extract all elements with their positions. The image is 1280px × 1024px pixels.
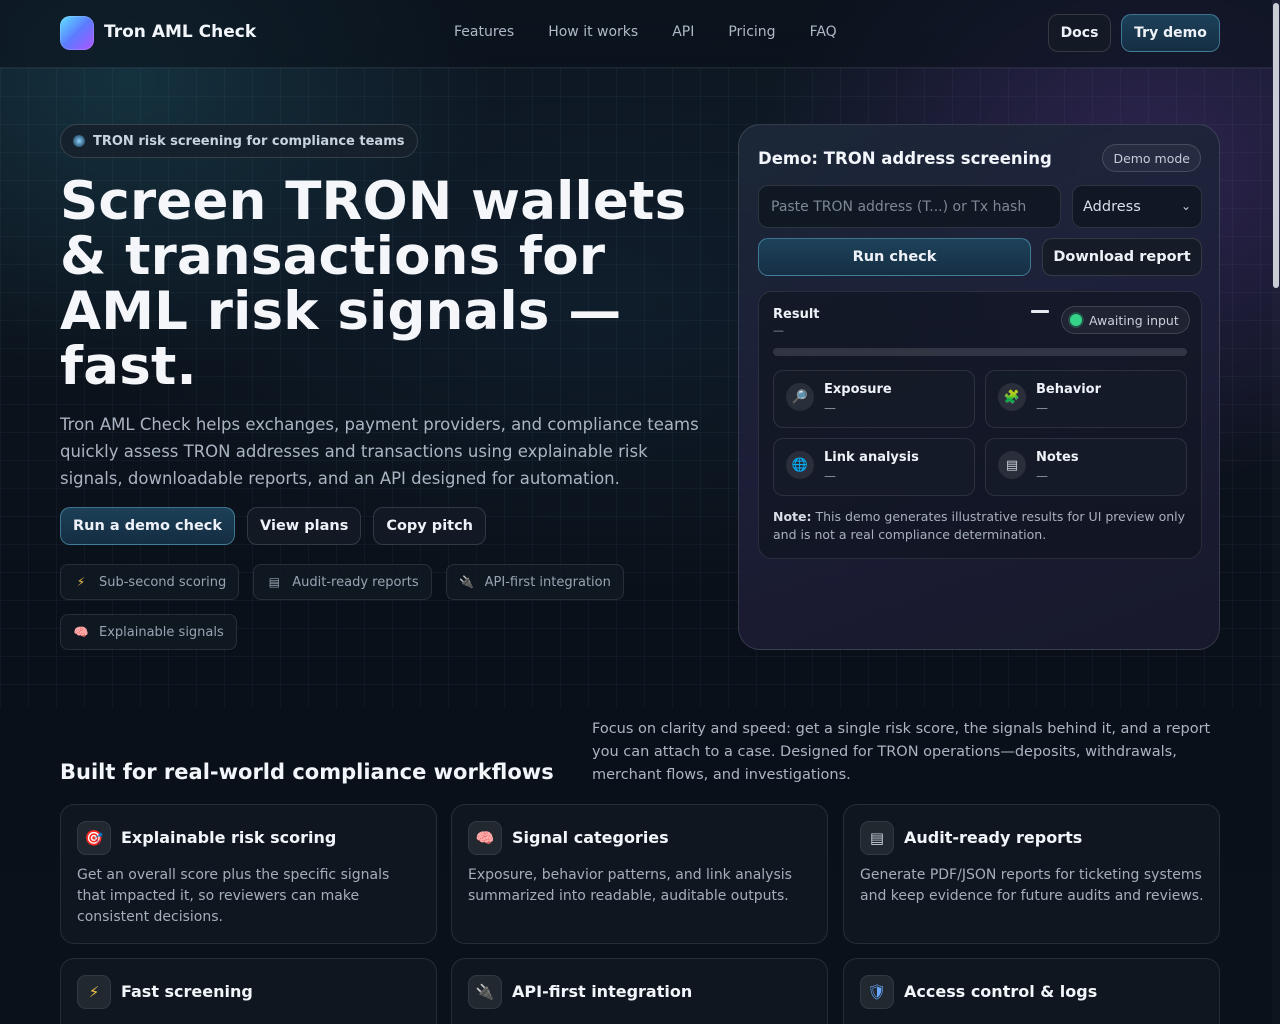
status-dot-icon	[1070, 314, 1082, 326]
tile-notes: ▤ Notes —	[985, 438, 1187, 496]
view-plans-button[interactable]: View plans	[247, 507, 362, 545]
note-label: Note:	[773, 509, 812, 524]
card-api-first-integration: 🔌 API-first integration	[451, 958, 828, 1024]
document-icon: ▤	[860, 821, 894, 855]
globe-icon: 🌐	[786, 451, 814, 479]
nav-link-pricing[interactable]: Pricing	[728, 24, 775, 40]
lightning-icon: ⚡	[76, 575, 86, 589]
brain-icon: 🧠	[73, 625, 89, 639]
section-title: Built for real-world compliance workflow…	[60, 760, 554, 784]
try-demo-button[interactable]: Try demo	[1121, 14, 1220, 52]
demo-panel: Demo: TRON address screening Demo mode A…	[738, 124, 1220, 650]
card-title: Signal categories	[512, 828, 669, 847]
tile-value: —	[1036, 401, 1048, 415]
hero-badge: TRON risk screening for compliance teams	[60, 124, 418, 158]
tile-name: Behavior	[1036, 382, 1102, 397]
type-select-value: Address	[1083, 198, 1141, 215]
card-description: Generate PDF/JSON reports for ticketing …	[860, 867, 1204, 904]
card-audit-ready-reports: ▤ Audit-ready reports Generate PDF/JSON …	[843, 804, 1220, 944]
hero-cta-group: Run a demo check View plans Copy pitch	[60, 507, 487, 545]
result-label: Result	[773, 307, 820, 322]
scrollbar[interactable]	[1272, 0, 1280, 1024]
demo-title: Demo: TRON address screening	[758, 149, 1052, 168]
nav-link-features[interactable]: Features	[454, 24, 514, 40]
card-fast-screening: ⚡ Fast screening	[60, 958, 437, 1024]
target-icon: 🎯	[77, 821, 111, 855]
card-title: Fast screening	[121, 982, 253, 1001]
run-demo-check-button[interactable]: Run a demo check	[60, 507, 236, 545]
tile-value: —	[824, 401, 836, 415]
card-title: Access control & logs	[904, 982, 1098, 1001]
notes-icon: ▤	[998, 451, 1026, 479]
tile-link-analysis: 🌐 Link analysis —	[773, 438, 975, 496]
status-text: Awaiting input	[1089, 312, 1179, 328]
nav-links: Features How it works API Pricing FAQ	[454, 24, 837, 40]
section-description: Focus on clarity and speed: get a single…	[592, 721, 1211, 783]
magnifier-icon: 🔎	[786, 383, 814, 411]
puzzle-icon: 🧩	[998, 383, 1026, 411]
type-select[interactable]: Address ⌄	[1072, 185, 1202, 228]
top-nav: Tron AML Check Features How it works API…	[0, 0, 1272, 68]
run-check-button[interactable]: Run check	[758, 238, 1031, 276]
tile-name: Exposure	[824, 382, 892, 397]
tile-exposure: 🔎 Exposure —	[773, 370, 975, 428]
chip-sub-second-scoring: ⚡ Sub-second scoring	[60, 564, 240, 600]
brand-name[interactable]: Tron AML Check	[104, 22, 256, 42]
tile-name: Link analysis	[824, 450, 919, 465]
result-card: Result — Awaiting input 🔎 Exposure — 🧩 B…	[758, 291, 1202, 559]
tile-behavior: 🧩 Behavior —	[985, 370, 1187, 428]
logo-icon[interactable]	[60, 16, 94, 50]
chip-label: API-first integration	[484, 574, 611, 590]
card-access-control-logs: 🛡 Access control & logs	[843, 958, 1220, 1024]
lightning-icon: ⚡	[77, 975, 111, 1009]
plug-icon: 🔌	[459, 575, 475, 589]
result-subtext: —	[773, 324, 784, 337]
shield-icon: 🛡	[860, 975, 894, 1009]
download-report-button[interactable]: Download report	[1042, 238, 1202, 276]
document-icon: ▤	[268, 575, 280, 589]
orb-icon	[73, 135, 85, 147]
nav-link-faq[interactable]: FAQ	[810, 24, 837, 40]
card-explainable-risk-scoring: 🎯 Explainable risk scoring Get an overal…	[60, 804, 437, 944]
chip-label: Sub-second scoring	[99, 574, 227, 590]
card-title: API-first integration	[512, 982, 693, 1001]
score-placeholder	[1031, 310, 1049, 313]
plug-icon: 🔌	[468, 975, 502, 1009]
chip-api-first-integration: 🔌 API-first integration	[445, 564, 624, 600]
chevron-down-icon: ⌄	[1180, 199, 1191, 213]
demo-mode-badge: Demo mode	[1102, 144, 1201, 172]
hero-badge-text: TRON risk screening for compliance teams	[93, 133, 405, 149]
card-title: Explainable risk scoring	[121, 828, 337, 847]
docs-button[interactable]: Docs	[1048, 14, 1111, 52]
status-badge: Awaiting input	[1061, 306, 1190, 334]
chip-explainable-signals: 🧠 Explainable signals	[60, 614, 237, 650]
tile-value: —	[1036, 469, 1048, 483]
risk-progress-bar	[773, 348, 1187, 356]
tile-name: Notes	[1036, 450, 1079, 465]
nav-link-how-it-works[interactable]: How it works	[548, 24, 638, 40]
tile-value: —	[824, 469, 836, 483]
chip-audit-ready-reports: ▤ Audit-ready reports	[253, 564, 432, 600]
demo-disclaimer: Note: This demo generates illustrative r…	[773, 508, 1193, 544]
hero-title: Screen TRON wallets & transactions for A…	[60, 171, 687, 397]
card-signal-categories: 🧠 Signal categories Exposure, behavior p…	[451, 804, 828, 944]
address-input[interactable]	[758, 185, 1061, 228]
chip-label: Explainable signals	[99, 624, 224, 640]
chip-label: Audit-ready reports	[292, 574, 419, 590]
brain-icon: 🧠	[468, 821, 502, 855]
nav-link-api[interactable]: API	[672, 24, 694, 40]
scrollbar-thumb[interactable]	[1273, 3, 1279, 288]
copy-pitch-button[interactable]: Copy pitch	[373, 507, 487, 545]
feature-chips: ⚡ Sub-second scoring ▤ Audit-ready repor…	[60, 564, 660, 650]
card-description: Get an overall score plus the specific s…	[77, 867, 390, 925]
note-text: This demo generates illustrative results…	[773, 509, 1186, 542]
card-description: Exposure, behavior patterns, and link an…	[468, 867, 792, 904]
card-title: Audit-ready reports	[904, 828, 1083, 847]
hero-subtitle: Tron AML Check helps exchanges, payment …	[60, 415, 699, 488]
